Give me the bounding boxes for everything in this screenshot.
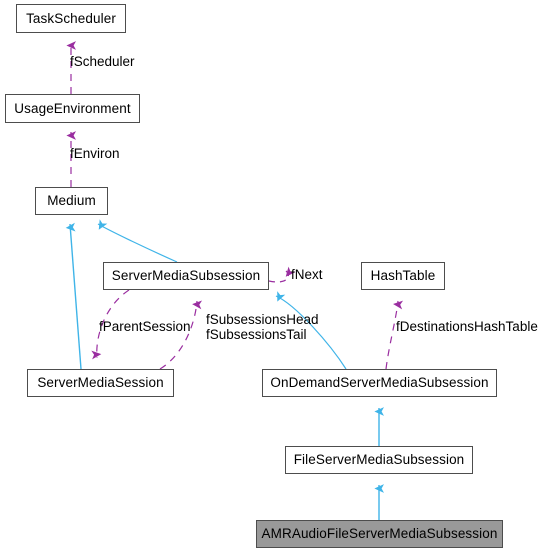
class-node-fileservermediasubsession[interactable]: FileServerMediaSubsession xyxy=(285,446,473,474)
edge-label-fnext: fNext xyxy=(291,267,323,282)
edge-fsubsessions xyxy=(159,300,203,370)
edge-inherit-servermediasession-medium xyxy=(65,222,82,370)
class-node-hashtable[interactable]: HashTable xyxy=(361,262,445,290)
class-node-medium[interactable]: Medium xyxy=(35,187,108,215)
edge-label-fenviron: fEnviron xyxy=(70,146,120,161)
class-node-servermediasession[interactable]: ServerMediaSession xyxy=(27,369,174,397)
class-node-taskscheduler[interactable]: TaskScheduler xyxy=(16,4,126,33)
class-node-usageenvironment[interactable]: UsageEnvironment xyxy=(5,94,140,123)
uml-class-diagram: TaskScheduler UsageEnvironment Medium Se… xyxy=(0,0,543,553)
edge-label-fsubsessionstail: fSubsessionsTail xyxy=(206,327,307,342)
class-node-amraudiofileservermediasubsession[interactable]: AMRAudioFileServerMediaSubsession xyxy=(256,520,503,548)
edge-label-fsubsessionshead: fSubsessionsHead xyxy=(206,312,319,327)
class-node-ondemandservermediasubsession[interactable]: OnDemandServerMediaSubsession xyxy=(262,369,497,397)
edge-inherit-servermediasubsession-medium xyxy=(97,219,178,263)
edge-label-fsubsessions: fSubsessionsHead fSubsessionsTail xyxy=(206,312,319,342)
edge-fnext xyxy=(268,266,296,283)
edge-fdestinationshashtable xyxy=(385,300,404,370)
class-node-servermediasubsession[interactable]: ServerMediaSubsession xyxy=(103,262,269,290)
edge-label-fparentsession: fParentSession xyxy=(99,319,191,334)
edge-label-fscheduler: fScheduler xyxy=(70,54,135,69)
edge-label-fdestinationshashtable: fDestinationsHashTable xyxy=(396,319,538,334)
